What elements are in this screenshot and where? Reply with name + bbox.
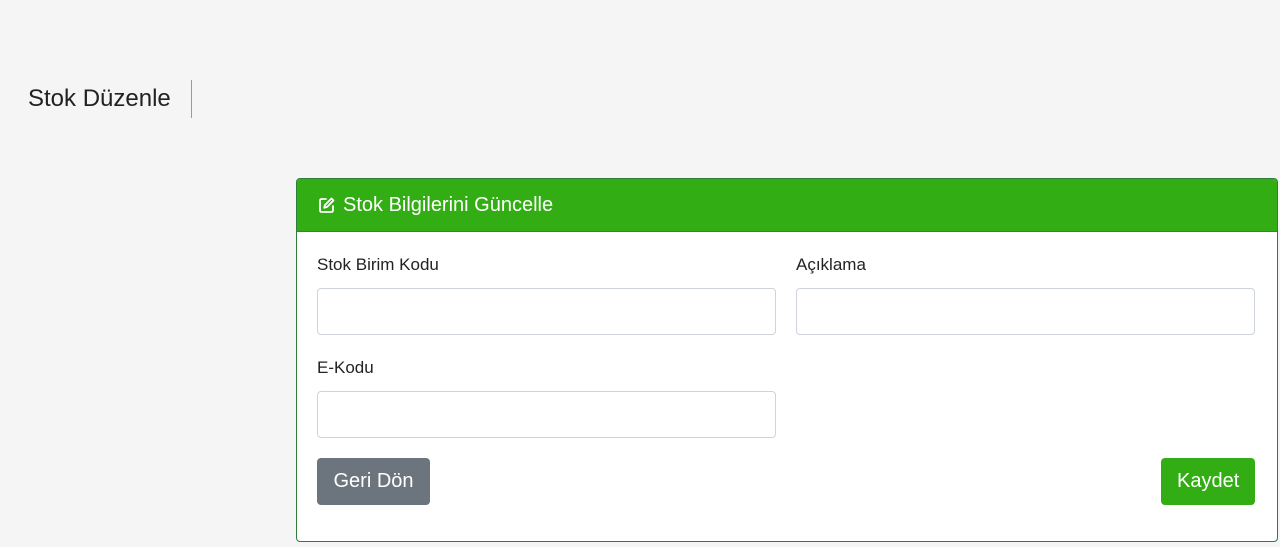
- page-header: Stok Düzenle: [28, 80, 192, 118]
- page-title: Stok Düzenle: [28, 80, 192, 118]
- stock-unit-code-input[interactable]: [317, 288, 776, 335]
- e-code-label: E-Kodu: [317, 358, 374, 377]
- edit-icon: [318, 196, 336, 214]
- card-header: Stok Bilgilerini Güncelle: [297, 179, 1277, 232]
- stock-edit-card: Stok Bilgilerini Güncelle Stok Birim Kod…: [296, 178, 1278, 542]
- card-title: Stok Bilgilerini Güncelle: [343, 193, 554, 216]
- description-input[interactable]: [796, 288, 1255, 335]
- back-button[interactable]: Geri Dön: [317, 458, 430, 505]
- e-code-input[interactable]: [317, 391, 776, 438]
- save-button[interactable]: Kaydet: [1161, 458, 1255, 505]
- stock-unit-code-label: Stok Birim Kodu: [317, 255, 439, 274]
- description-label: Açıklama: [796, 255, 866, 274]
